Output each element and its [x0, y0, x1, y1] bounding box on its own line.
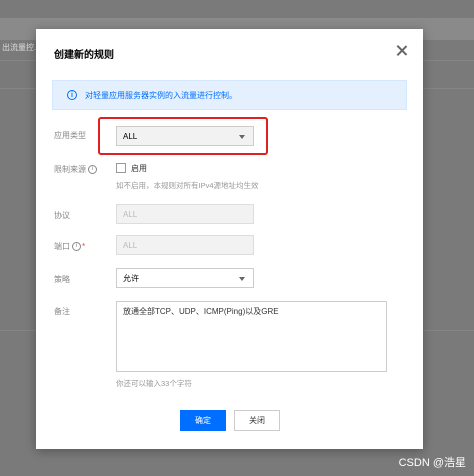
close-button[interactable]: 关闭 [234, 410, 280, 431]
source-limit-label: 限制来源 i [54, 164, 97, 175]
protocol-input: ALL [116, 204, 254, 224]
policy-value: 允许 [123, 273, 139, 283]
protocol-value: ALL [123, 209, 138, 219]
background-tab: 出流量控... [2, 43, 41, 52]
enable-source-label: 启用 [131, 164, 147, 173]
info-text: 对轻量应用服务器实例的入流量进行控制。 [85, 90, 237, 100]
port-value: ALL [123, 240, 138, 250]
enable-source-checkbox[interactable] [116, 163, 126, 173]
char-counter: 你还可以输入33个字符 [116, 379, 192, 388]
protocol-label: 协议 [54, 211, 70, 220]
chevron-down-icon [239, 277, 245, 281]
policy-select[interactable]: 允许 [116, 268, 254, 288]
watermark: CSDN @浩星 [398, 457, 466, 469]
confirm-button[interactable]: 确定 [180, 410, 226, 431]
dialog-title: 创建新的规则 [54, 50, 114, 61]
port-label-text: 端口 [54, 242, 70, 251]
app-type-label: 应用类型 [54, 131, 86, 140]
note-textarea[interactable]: 放通全部TCP、UDP、ICMP(Ping)以及GRE [116, 301, 387, 372]
note-label: 备注 [54, 307, 70, 316]
highlight-box [98, 117, 268, 155]
info-banner: i 对轻量应用服务器实例的入流量进行控制。 [52, 80, 407, 110]
source-limit-hint: 如不启用，本规则对所有IPv4源地址均生效 [116, 181, 259, 190]
source-limit-label-text: 限制来源 [54, 165, 86, 174]
info-icon: i [67, 90, 77, 100]
policy-label: 策略 [54, 275, 70, 284]
port-label: 端口 i * [54, 241, 85, 252]
help-icon[interactable]: i [72, 242, 81, 252]
required-marker: * [82, 242, 86, 251]
help-icon[interactable]: i [88, 165, 97, 175]
close-icon[interactable] [395, 44, 409, 58]
port-input: ALL [116, 235, 254, 255]
create-rule-dialog: 创建新的规则 i 对轻量应用服务器实例的入流量进行控制。 应用类型 ALL 限制… [36, 29, 423, 449]
